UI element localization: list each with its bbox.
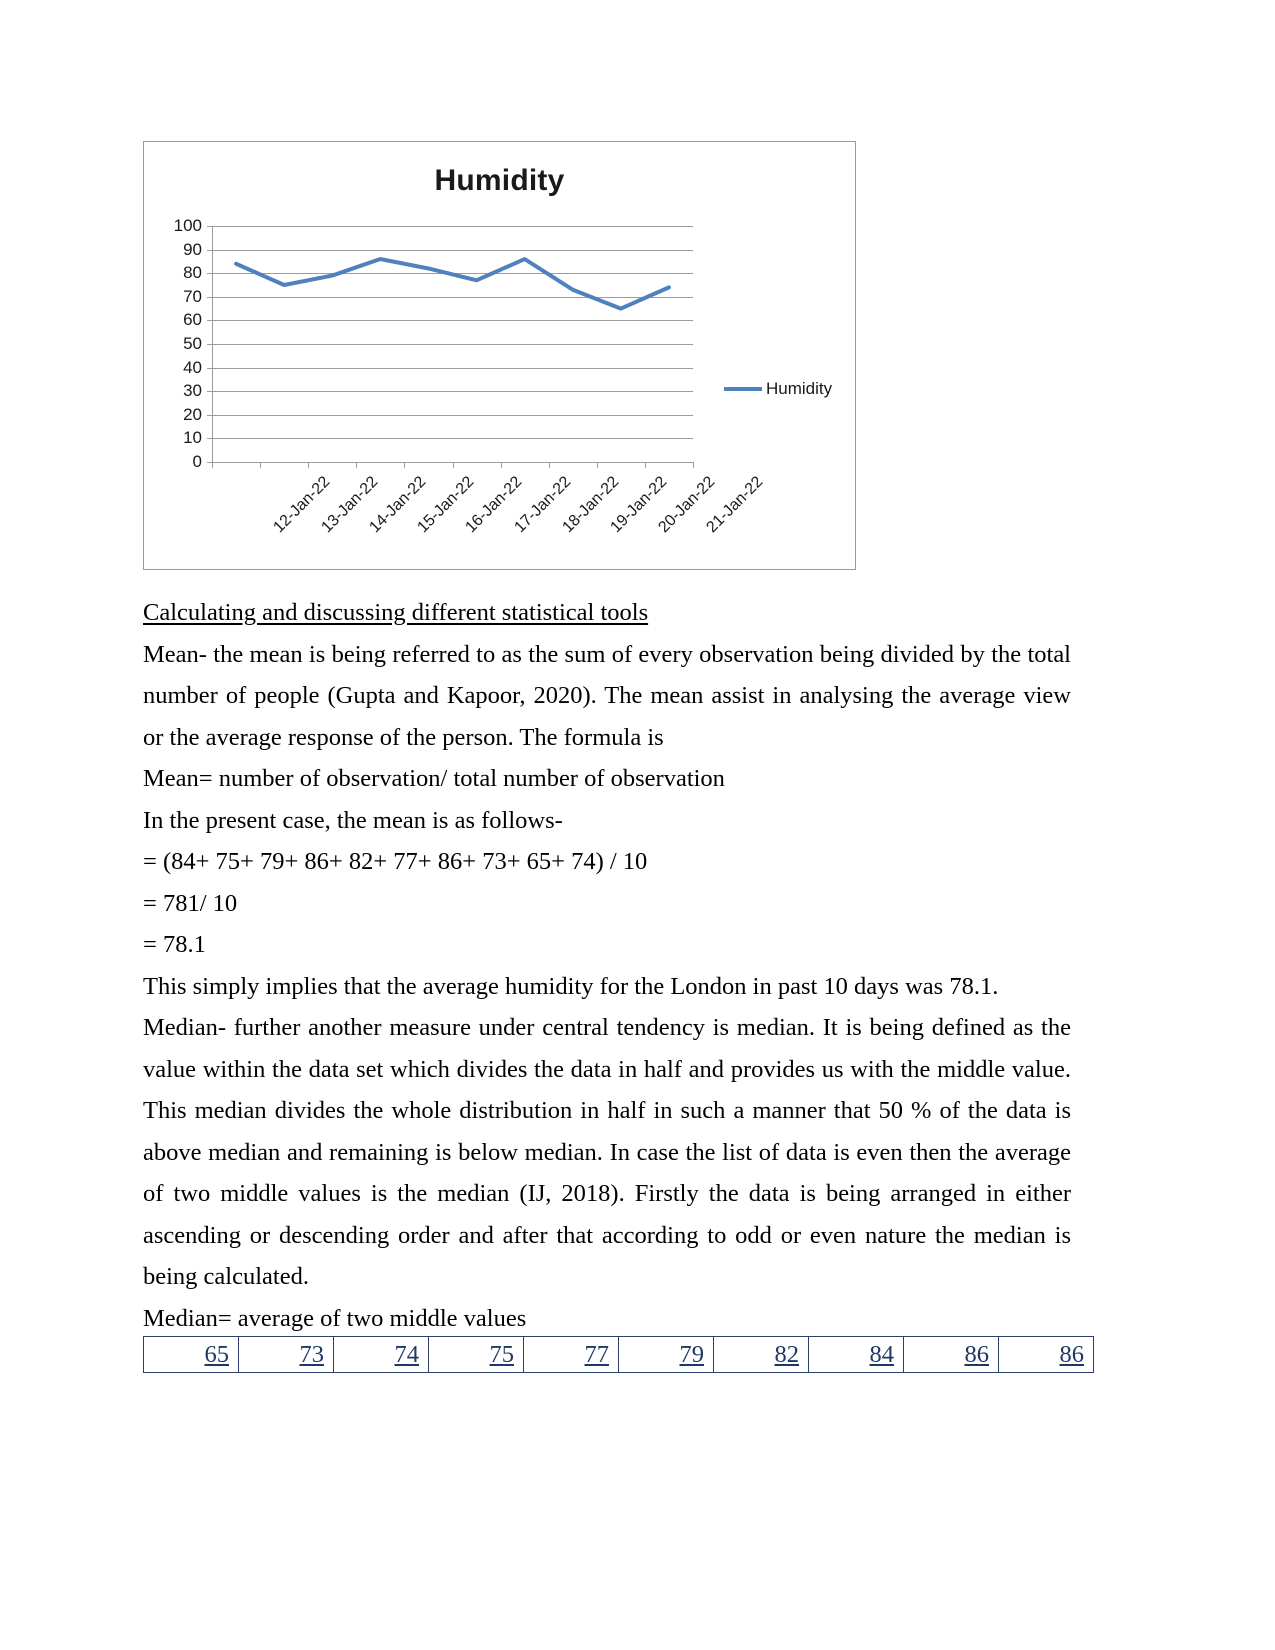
y-axis-tick-label: 80 (183, 263, 202, 283)
table-cell-value: 84 (808, 1336, 904, 1373)
x-axis-tick-mark (500, 462, 502, 468)
section-heading: Calculating and discussing different sta… (143, 599, 649, 626)
chart-title: Humidity (434, 164, 565, 197)
paragraph-mean-sum-division: = 781/ 10 (143, 889, 238, 917)
document-page: Humidity 100 90 80 70 60 50 40 30 20 10 0 12-Jan-2… (0, 0, 1275, 1650)
y-axis-tick-label: 30 (183, 381, 202, 401)
chart-legend: Humidity (724, 380, 832, 397)
x-axis-tick-mark (404, 462, 406, 468)
legend-line-swatch-icon (724, 386, 762, 391)
y-axis-tick-label: 100 (173, 216, 202, 235)
y-axis-tick-label: 70 (183, 286, 202, 306)
table-row: 65 73 74 75 77 79 82 84 86 86 (143, 1336, 1094, 1373)
paragraph-present-case: In the present case, the mean is as foll… (143, 806, 563, 834)
x-axis-tick-mark (644, 462, 646, 468)
table-cell-text: 77 (584, 1340, 610, 1368)
table-cell-value: 82 (713, 1336, 809, 1373)
table-cell-text: 75 (489, 1340, 515, 1368)
table-cell-value: 86 (903, 1336, 999, 1373)
y-axis-tick-label: 20 (183, 404, 202, 424)
table-cell-text: 73 (299, 1340, 325, 1368)
x-axis-tick-mark (452, 462, 454, 468)
table-cell-value: 86 (998, 1336, 1094, 1373)
y-axis-tick-label: 50 (183, 334, 202, 353)
humidity-chart: Humidity 100 90 80 70 60 50 40 30 20 10 0 12-Jan-2… (143, 141, 856, 570)
table-cell-text: 84 (869, 1340, 895, 1368)
document-body: Calculating and discussing different sta… (143, 592, 1071, 1339)
humidity-line-series (234, 257, 671, 311)
paragraph-mean-result: = 78.1 (143, 931, 206, 958)
paragraph-mean-calculation: = (84+ 75+ 79+ 86+ 82+ 77+ 86+ 73+ 65+ 7… (143, 848, 648, 875)
x-axis-tick-mark (356, 462, 358, 468)
table-cell-text: 65 (204, 1340, 230, 1368)
paragraph-median-definition: Median- further another measure under ce… (143, 1014, 1071, 1290)
y-axis-tick-label: 40 (183, 357, 202, 377)
x-axis-tick-mark (212, 462, 213, 468)
paragraph-median-formula: Median= average of two middle values (143, 1304, 527, 1332)
table-cell-text: 79 (679, 1340, 705, 1368)
series-line-humidity (234, 257, 671, 311)
y-axis-tick-label: 10 (183, 428, 202, 448)
chart-plot-area: 100 90 80 70 60 50 40 30 20 10 0 12-Jan-22 13-Jan-2… (174, 217, 767, 536)
table-cell-value: 79 (618, 1336, 714, 1373)
sorted-values-table: 65 73 74 75 77 79 82 84 86 86 (143, 1336, 1094, 1373)
paragraph-mean-formula: Mean= number of observation/ total numbe… (143, 765, 725, 792)
y-axis-tick-label: 0 (192, 452, 202, 471)
paragraph-mean-interpretation: This simply implies that the average hum… (143, 972, 999, 1000)
paragraph-mean-definition: Mean- the mean is being referred to as t… (143, 640, 1071, 751)
x-axis-tick-mark (596, 462, 598, 468)
table-cell-text: 74 (394, 1340, 420, 1368)
table-cell-text: 86 (964, 1340, 990, 1368)
x-axis-tick-mark (308, 462, 310, 468)
table-cell-value: 65 (143, 1336, 239, 1373)
table-cell-text: 82 (774, 1340, 800, 1368)
x-axis-tick-mark (693, 462, 694, 468)
table-cell-value: 75 (428, 1336, 524, 1373)
table-cell-value: 77 (523, 1336, 619, 1373)
legend-label-humidity: Humidity (766, 379, 833, 398)
table-cell-value: 74 (333, 1336, 429, 1373)
x-axis-tick-mark (260, 462, 262, 468)
x-axis-tick-mark (548, 462, 550, 468)
table-cell-text: 86 (1059, 1340, 1085, 1368)
y-axis-tick-label: 90 (183, 239, 202, 259)
table-cell-value: 73 (238, 1336, 334, 1373)
y-axis-tick-label: 60 (183, 310, 202, 330)
